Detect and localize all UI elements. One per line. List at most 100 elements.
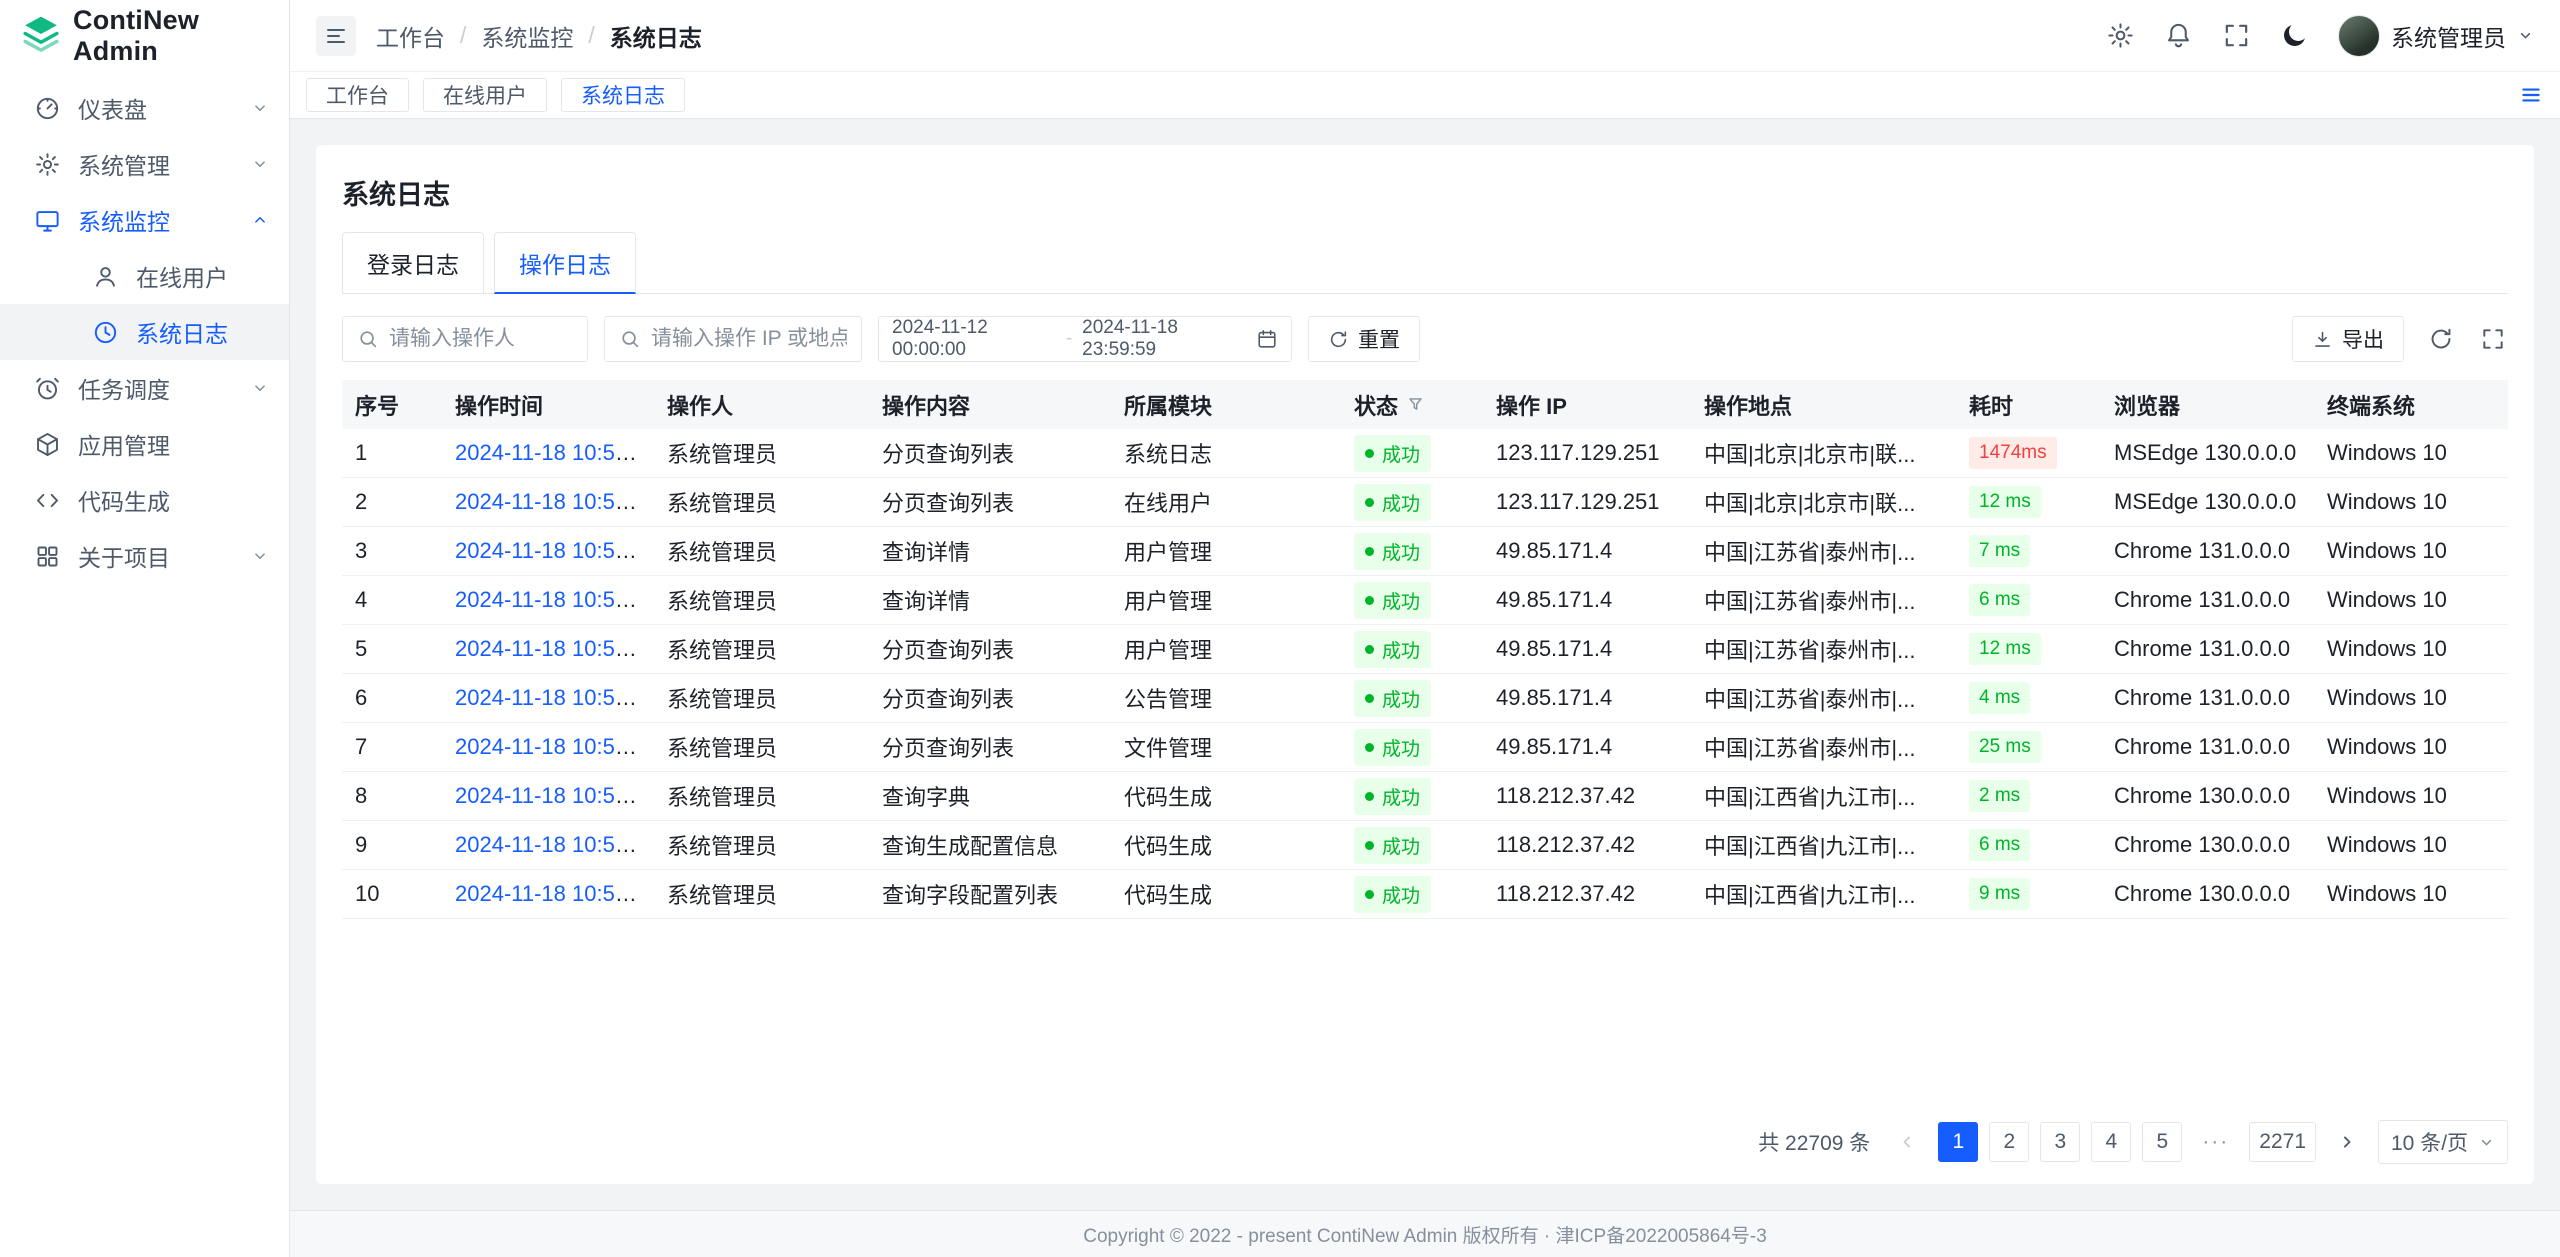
tab-list-menu-icon[interactable] [2518, 82, 2544, 108]
tab-system-log[interactable]: 系统日志 [561, 78, 685, 112]
sidebar-item-system-log[interactable]: 系统日志 [0, 304, 289, 360]
table-body: 1 2024-11-18 10:52:55 系统管理员 分页查询列表 系统日志 … [342, 429, 2508, 919]
cell-index: 3 [342, 538, 442, 564]
time-link[interactable]: 2024-11-18 10:52:12 [455, 538, 654, 563]
table-fullscreen-button[interactable] [2478, 324, 2508, 354]
date-range-picker[interactable]: 2024-11-12 00:00:00 - 2024-11-18 23:59:5… [878, 316, 1292, 362]
cell-module: 文件管理 [1111, 731, 1341, 763]
export-button[interactable]: 导出 [2292, 316, 2404, 362]
reset-button[interactable]: 重置 [1308, 316, 1420, 362]
time-link[interactable]: 2024-11-18 10:51:52 [455, 734, 654, 759]
download-icon [2312, 329, 2333, 350]
cell-time: 2024-11-18 10:52:55 [442, 440, 654, 466]
cell-content: 分页查询列表 [869, 437, 1111, 469]
collapse-sidebar-button[interactable] [316, 16, 356, 56]
cell-duration: 6 ms [1956, 829, 2101, 861]
cell-location: 中国|江西省|九江市|... [1691, 878, 1956, 910]
pagination-next-button[interactable] [2327, 1122, 2367, 1162]
cell-module: 用户管理 [1111, 633, 1341, 665]
cell-index: 4 [342, 587, 442, 613]
cell-location: 中国|江西省|九江市|... [1691, 780, 1956, 812]
page-tabbar: 工作台 在线用户 系统日志 [290, 72, 2560, 119]
time-link[interactable]: 2024-11-18 10:51:55 [455, 636, 654, 661]
sidebar-item-system-management[interactable]: 系统管理 [0, 136, 289, 192]
cell-duration: 1474ms [1956, 437, 2101, 469]
dark-mode-moon-icon[interactable] [2280, 21, 2309, 50]
sidebar-item-task-schedule[interactable]: 任务调度 [0, 360, 289, 416]
table-row: 8 2024-11-18 10:51:50 系统管理员 查询字典 代码生成 成功… [342, 772, 2508, 821]
cell-duration: 25 ms [1956, 731, 2101, 763]
ip-search-input[interactable] [651, 327, 847, 351]
refresh-icon [2428, 326, 2454, 352]
cell-duration: 9 ms [1956, 878, 2101, 910]
reset-button-label: 重置 [1358, 324, 1400, 354]
cell-duration: 7 ms [1956, 535, 2101, 567]
status-dot-icon [1365, 596, 1374, 605]
chevron-right-icon [2337, 1132, 2357, 1152]
time-link[interactable]: 2024-11-18 10:52:05 [455, 587, 654, 612]
time-link[interactable]: 2024-11-18 10:51:50 [455, 783, 654, 808]
sidebar-item-app-management[interactable]: 应用管理 [0, 416, 289, 472]
cell-time: 2024-11-18 10:52:05 [442, 587, 654, 613]
duration-badge: 6 ms [1969, 829, 2030, 861]
refresh-button[interactable] [2426, 324, 2456, 354]
cell-content: 查询字段配置列表 [869, 878, 1111, 910]
pagination-page[interactable]: 1 [1938, 1122, 1978, 1162]
column-header: 序号 [342, 389, 442, 421]
pagination-ellipsis[interactable]: ··· [2193, 1122, 2238, 1162]
cell-location: 中国|江苏省|泰州市|... [1691, 633, 1956, 665]
cell-status: 成功 [1341, 484, 1483, 521]
tab-login-log[interactable]: 登录日志 [342, 232, 484, 294]
sidebar-item-system-monitor[interactable]: 系统监控 [0, 192, 289, 248]
pagination-page[interactable]: 5 [2142, 1122, 2182, 1162]
sidebar-item-dashboard[interactable]: 仪表盘 [0, 80, 289, 136]
time-link[interactable]: 2024-11-18 10:52:47 [455, 489, 654, 514]
pagination-page[interactable]: 2 [1989, 1122, 2029, 1162]
expand-icon [2480, 326, 2506, 352]
page-size-select[interactable]: 10 条/页 [2378, 1120, 2508, 1164]
pagination-page[interactable]: 2271 [2249, 1122, 2316, 1162]
time-link[interactable]: 2024-11-18 10:52:55 [455, 440, 654, 465]
cell-browser: Chrome 131.0.0.0 [2101, 587, 2314, 613]
tab-workbench[interactable]: 工作台 [306, 78, 409, 112]
page-title: 系统日志 [342, 173, 2508, 212]
cell-index: 6 [342, 685, 442, 711]
cell-location: 中国|江苏省|泰州市|... [1691, 731, 1956, 763]
pagination-page[interactable]: 4 [2091, 1122, 2131, 1162]
sidebar-item-about-project[interactable]: 关于项目 [0, 528, 289, 584]
fullscreen-icon[interactable] [2222, 21, 2251, 50]
app-logo[interactable]: ContiNew Admin [0, 0, 289, 72]
column-header: 操作内容 [869, 389, 1111, 421]
cell-module: 公告管理 [1111, 682, 1341, 714]
pagination-pages: 12345 ··· 2271 [1938, 1122, 2316, 1162]
time-link[interactable]: 2024-11-18 10:51:49 [455, 881, 654, 906]
operator-search-input[interactable] [389, 327, 573, 351]
status-badge: 成功 [1354, 680, 1431, 717]
time-link[interactable]: 2024-11-18 10:51:53 [455, 685, 654, 710]
cell-content: 分页查询列表 [869, 633, 1111, 665]
user-menu[interactable]: 系统管理员 [2338, 15, 2534, 57]
tab-online-users[interactable]: 在线用户 [423, 78, 547, 112]
duration-badge: 12 ms [1969, 633, 2041, 665]
cell-os: Windows 10 [2314, 636, 2508, 662]
time-link[interactable]: 2024-11-18 10:51:49 [455, 832, 654, 857]
cell-index: 8 [342, 783, 442, 809]
table-actions: 导出 [2292, 316, 2508, 362]
sidebar-item-code-generation[interactable]: 代码生成 [0, 472, 289, 528]
pagination-prev-button[interactable] [1887, 1122, 1927, 1162]
sidebar-item-label: 关于项目 [78, 539, 234, 573]
tab-operation-log[interactable]: 操作日志 [494, 232, 636, 294]
table-row: 1 2024-11-18 10:52:55 系统管理员 分页查询列表 系统日志 … [342, 429, 2508, 478]
pagination-page[interactable]: 3 [2040, 1122, 2080, 1162]
breadcrumb-item[interactable]: 系统监控 [481, 19, 573, 53]
sidebar-item-online-users[interactable]: 在线用户 [0, 248, 289, 304]
cell-time: 2024-11-18 10:51:50 [442, 783, 654, 809]
cell-status: 成功 [1341, 631, 1483, 668]
chevron-up-icon [251, 211, 269, 229]
settings-gear-icon[interactable] [2106, 21, 2135, 50]
breadcrumb-item[interactable]: 工作台 [376, 19, 445, 53]
filter-icon[interactable] [1406, 395, 1425, 414]
cell-duration: 12 ms [1956, 486, 2101, 518]
notification-bell-icon[interactable] [2164, 21, 2193, 50]
status-dot-icon [1365, 792, 1374, 801]
